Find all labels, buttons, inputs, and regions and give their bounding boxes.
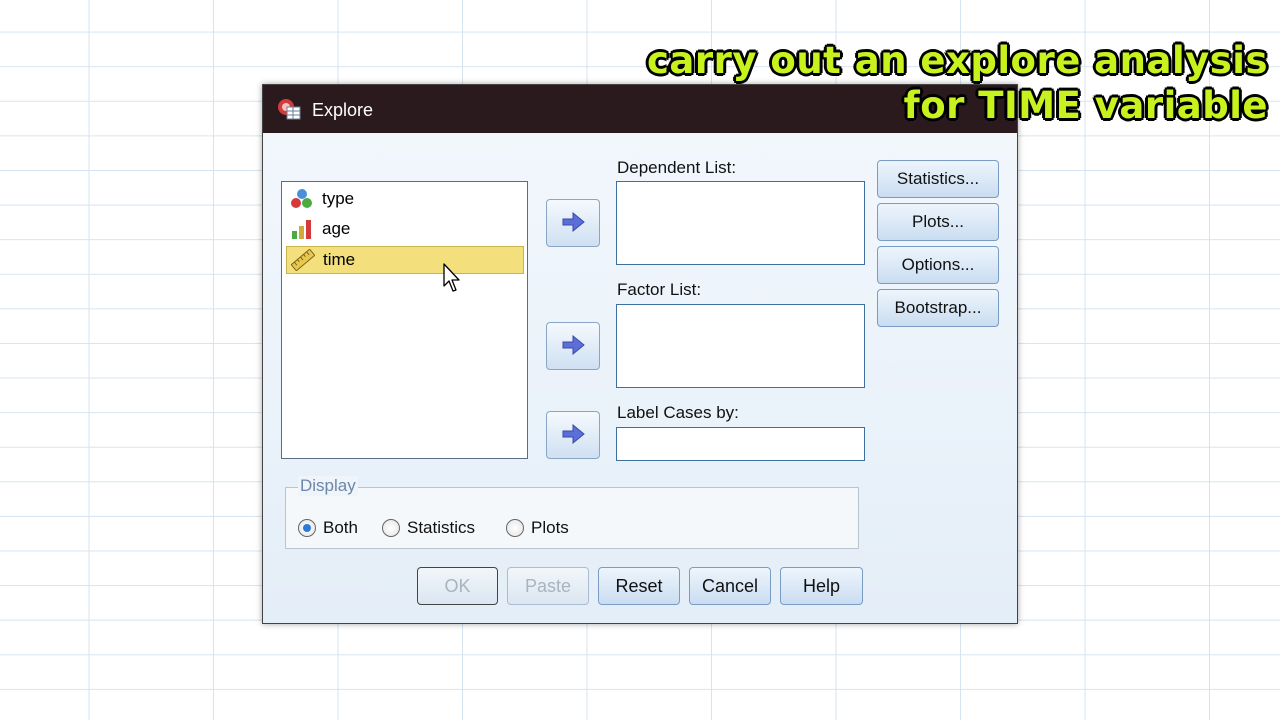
caption-line-2: for TIME variable: [903, 84, 1268, 127]
right-arrow-icon: [562, 212, 585, 232]
plots-button[interactable]: Plots...: [877, 203, 999, 241]
cancel-button[interactable]: Cancel: [689, 567, 771, 605]
factor-list-box[interactable]: [616, 304, 865, 388]
variable-item-time[interactable]: time: [286, 246, 524, 274]
label-cases-label: Label Cases by:: [617, 403, 739, 422]
move-to-label-cases-button[interactable]: [546, 411, 600, 459]
caption-line-1: carry out an explore analysis: [647, 39, 1268, 82]
scale-ruler-icon: [290, 248, 316, 272]
factor-list-label: Factor List:: [617, 280, 702, 299]
variable-item-type[interactable]: type: [286, 186, 522, 212]
label-cases-box[interactable]: [616, 427, 865, 461]
radio-label: Both: [323, 518, 358, 537]
radio-selected-icon: [298, 519, 316, 537]
radio-label: Statistics: [407, 518, 476, 537]
radio-unselected-icon: [506, 519, 524, 537]
variable-label: type: [322, 189, 355, 208]
spss-dialog-icon: [277, 98, 301, 120]
variable-item-age[interactable]: age: [286, 216, 522, 242]
move-to-dependent-button[interactable]: [546, 199, 600, 247]
right-arrow-icon: [562, 424, 585, 444]
reset-button[interactable]: Reset: [598, 567, 680, 605]
statistics-button[interactable]: Statistics...: [877, 160, 999, 198]
explore-dialog: Explore type age time Dependent List: Fa…: [262, 84, 1018, 624]
display-group: Display Both Statistics Plots: [285, 476, 859, 549]
dialog-body: type age time Dependent List: Factor Lis…: [263, 133, 1017, 623]
variable-label: time: [323, 250, 356, 269]
variable-label: age: [322, 219, 351, 238]
mouse-pointer-icon: [443, 263, 461, 298]
radio-unselected-icon: [382, 519, 400, 537]
display-legend: Display: [298, 476, 358, 496]
bootstrap-button[interactable]: Bootstrap...: [877, 289, 999, 327]
dependent-list-label: Dependent List:: [617, 158, 737, 177]
nominal-icon: [290, 188, 314, 210]
video-caption: carry out an explore analysis for TIME v…: [647, 38, 1268, 128]
variable-list[interactable]: type age time: [281, 181, 528, 459]
ok-button[interactable]: OK: [417, 567, 498, 605]
paste-button[interactable]: Paste: [507, 567, 589, 605]
options-button[interactable]: Options...: [877, 246, 999, 284]
dialog-title: Explore: [312, 100, 374, 120]
move-to-factor-button[interactable]: [546, 322, 600, 370]
ordinal-icon: [290, 218, 314, 240]
right-arrow-icon: [562, 335, 585, 355]
dependent-list-box[interactable]: [616, 181, 865, 265]
radio-label: Plots: [531, 518, 569, 537]
help-button[interactable]: Help: [780, 567, 863, 605]
